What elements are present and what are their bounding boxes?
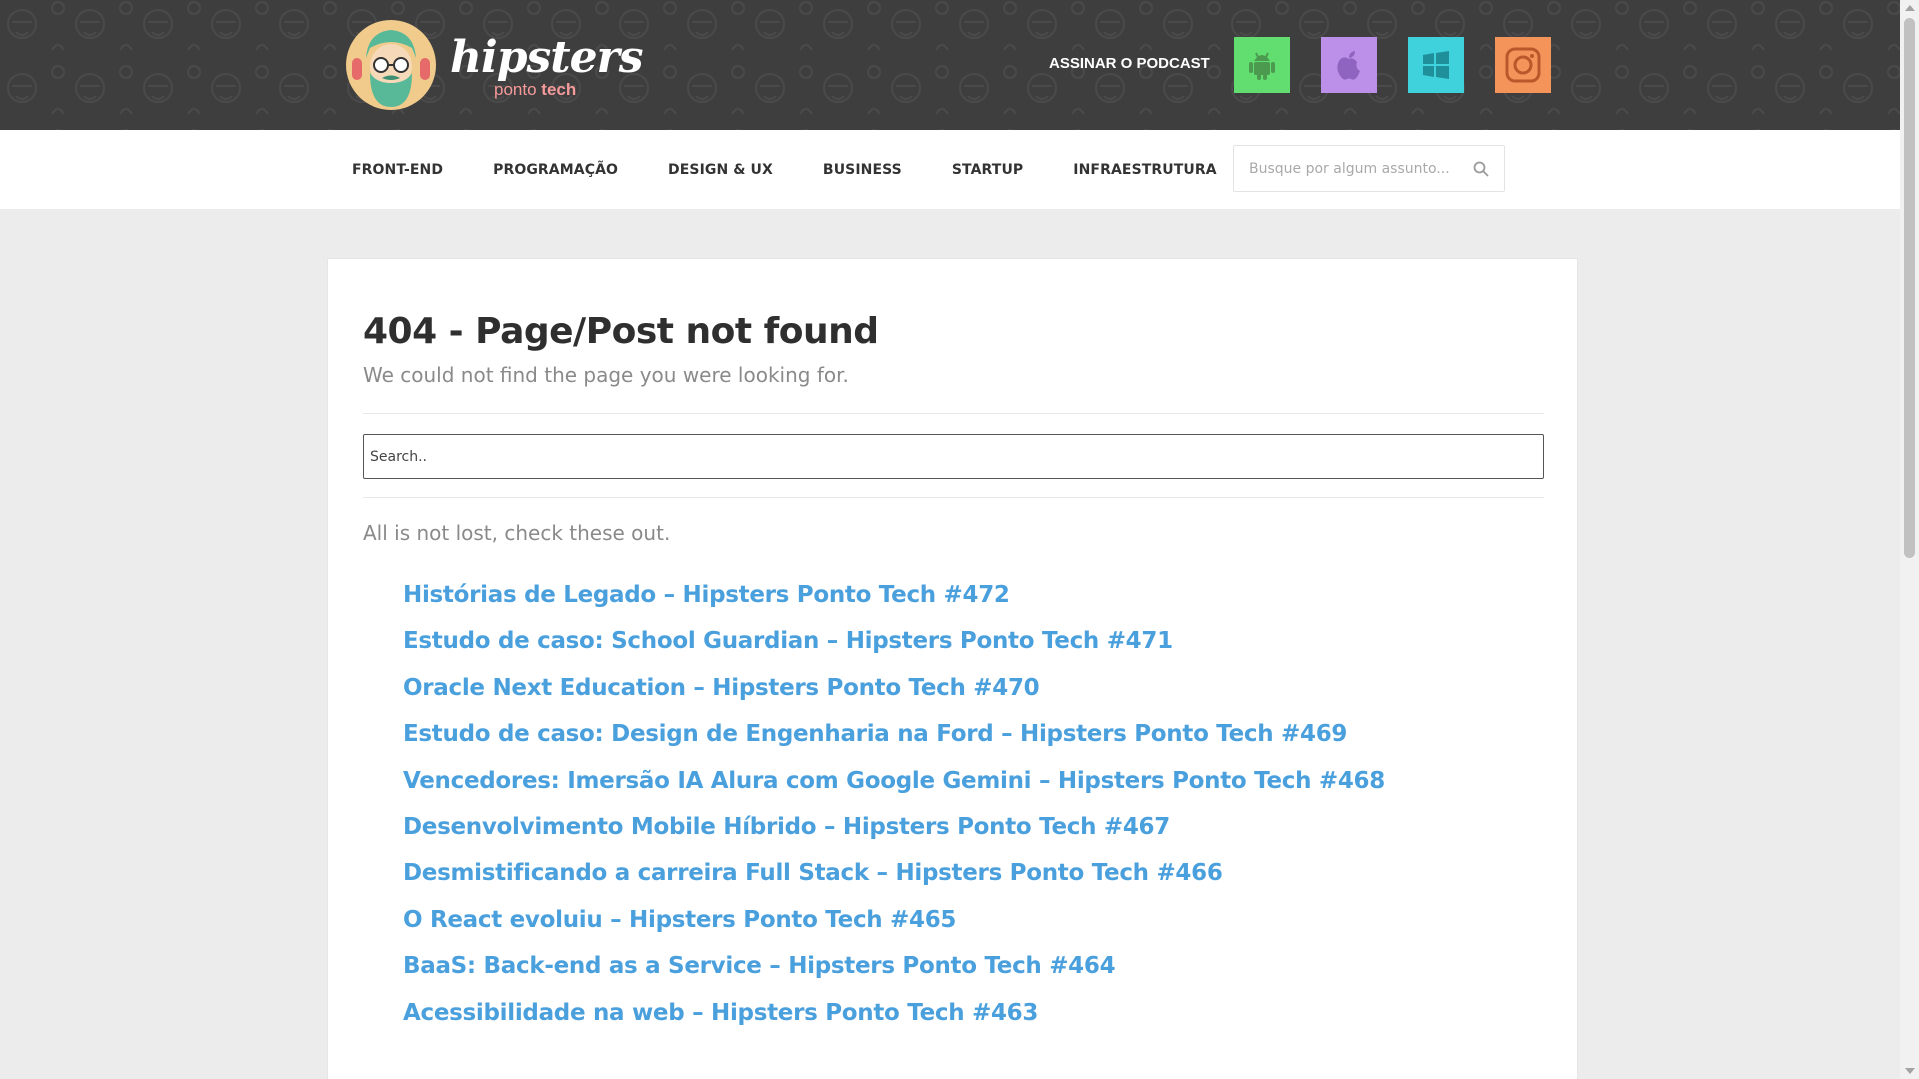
recent-posts-list: Histórias de Legado – Hipsters Ponto Tec… <box>403 582 1385 1046</box>
page-subtitle: We could not find the page you were look… <box>363 363 849 387</box>
nav-item-business[interactable]: BUSINESS <box>823 162 902 178</box>
android-button[interactable] <box>1234 37 1290 93</box>
list-item: Oracle Next Education – Hipsters Ponto T… <box>403 675 1385 721</box>
divider <box>363 497 1544 498</box>
scroll-down-arrow-icon[interactable] <box>1905 1068 1915 1074</box>
instagram-button[interactable] <box>1495 37 1551 93</box>
list-item: BaaS: Back-end as a Service – Hipsters P… <box>403 953 1385 999</box>
post-link[interactable]: Desmistificando a carreira Full Stack – … <box>403 860 1223 886</box>
logo-subtitle: ponto tech <box>494 80 576 100</box>
nav-search-box <box>1233 145 1505 192</box>
list-item: Vencedores: Imersão IA Alura com Google … <box>403 768 1385 814</box>
list-item: Estudo de caso: School Guardian – Hipste… <box>403 628 1385 674</box>
scroll-up-arrow-icon[interactable] <box>1905 5 1915 11</box>
page-scrollbar[interactable] <box>1900 0 1919 1079</box>
nav-item-programacao[interactable]: PROGRAMAÇÃO <box>493 162 618 178</box>
site-header: hipsters ponto tech ASSINAR O PODCAST <box>0 0 1900 130</box>
logo-sub-bold: tech <box>541 80 577 99</box>
post-link[interactable]: BaaS: Back-end as a Service – Hipsters P… <box>403 953 1116 979</box>
search-icon[interactable] <box>1472 160 1490 178</box>
site-logo[interactable]: hipsters ponto tech <box>344 18 644 114</box>
apple-icon <box>1337 51 1360 80</box>
header-pattern-background <box>0 0 1900 130</box>
post-link[interactable]: Acessibilidade na web – Hipsters Ponto T… <box>403 1000 1038 1026</box>
apple-button[interactable] <box>1321 37 1377 93</box>
nav-item-design-ux[interactable]: DESIGN & UX <box>668 162 773 178</box>
content-card: 404 - Page/Post not found We could not f… <box>327 258 1578 1079</box>
nav-search-input[interactable] <box>1234 146 1464 191</box>
logo-wordmark: hipsters <box>450 32 644 83</box>
post-link[interactable]: Desenvolvimento Mobile Híbrido – Hipster… <box>403 814 1170 840</box>
post-link[interactable]: Vencedores: Imersão IA Alura com Google … <box>403 768 1385 794</box>
page-title: 404 - Page/Post not found <box>363 311 879 352</box>
divider <box>363 413 1544 414</box>
list-item: Acessibilidade na web – Hipsters Ponto T… <box>403 1000 1385 1046</box>
windows-button[interactable] <box>1408 37 1464 93</box>
list-item: O React evoluiu – Hipsters Ponto Tech #4… <box>403 907 1385 953</box>
list-item: Estudo de caso: Design de Engenharia na … <box>403 721 1385 767</box>
post-link[interactable]: Estudo de caso: Design de Engenharia na … <box>403 721 1347 747</box>
instagram-icon <box>1505 47 1541 83</box>
post-link[interactable]: Oracle Next Education – Hipsters Ponto T… <box>403 675 1040 701</box>
android-icon <box>1249 52 1275 80</box>
nav-menu: FRONT-END PROGRAMAÇÃO DESIGN & UX BUSINE… <box>352 130 1217 209</box>
scrollbar-thumb[interactable] <box>1904 18 1915 558</box>
suggestions-intro: All is not lost, check these out. <box>363 521 671 545</box>
list-item: Histórias de Legado – Hipsters Ponto Tec… <box>403 582 1385 628</box>
main-navigation: FRONT-END PROGRAMAÇÃO DESIGN & UX BUSINE… <box>0 130 1900 209</box>
nav-item-startup[interactable]: STARTUP <box>952 162 1023 178</box>
content-search-input[interactable] <box>363 434 1544 479</box>
post-link[interactable]: Estudo de caso: School Guardian – Hipste… <box>403 628 1173 654</box>
windows-icon <box>1423 51 1449 79</box>
nav-item-front-end[interactable]: FRONT-END <box>352 162 443 178</box>
hipster-face-icon <box>346 20 436 110</box>
logo-sub-plain: ponto <box>494 80 537 99</box>
list-item: Desmistificando a carreira Full Stack – … <box>403 860 1385 906</box>
nav-item-infraestrutura[interactable]: INFRAESTRUTURA <box>1073 162 1216 178</box>
list-item: Desenvolvimento Mobile Híbrido – Hipster… <box>403 814 1385 860</box>
post-link[interactable]: Histórias de Legado – Hipsters Ponto Tec… <box>403 582 1010 608</box>
subscribe-podcast-link[interactable]: ASSINAR O PODCAST <box>1049 55 1210 72</box>
post-link[interactable]: O React evoluiu – Hipsters Ponto Tech #4… <box>403 907 956 933</box>
